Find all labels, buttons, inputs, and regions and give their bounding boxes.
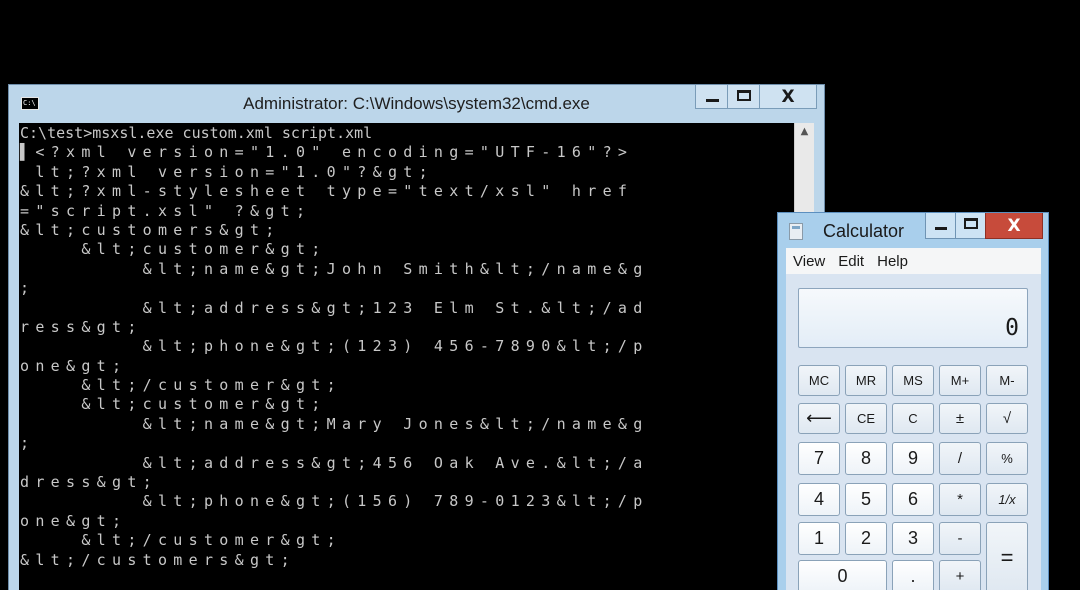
key-7[interactable]: 7 [798, 442, 840, 475]
console-line: dress&gt; [20, 473, 158, 492]
minimize-icon [706, 99, 719, 102]
calculator-menubar: View Edit Help [786, 248, 1041, 274]
menu-help[interactable]: Help [870, 253, 914, 270]
console-line: one&gt; [20, 356, 128, 375]
cmd-window-controls: X [695, 85, 817, 111]
display-value: 0 [1005, 315, 1019, 341]
console-line: &lt;customers&gt; [20, 220, 281, 239]
console-line: &lt;/customers&gt; [20, 550, 296, 569]
key-ms[interactable]: MS [892, 365, 934, 396]
key-plus[interactable]: + [939, 560, 981, 590]
desktop: C:\ Administrator: C:\Windows\system32\c… [0, 0, 1080, 590]
console-line: ="script.xsl" ?&gt; [20, 201, 312, 220]
console-line: &lt;phone&gt;(123) 456-7890&lt;/p [20, 337, 649, 356]
key-backspace[interactable]: ⟵ [798, 403, 840, 434]
calculator-maximize-button[interactable] [955, 213, 986, 239]
console-line: &lt;?xml-stylesheet type="text/xsl" href [20, 182, 634, 201]
console-line: &lt;/customer&gt; [20, 531, 342, 550]
cmd-titlebar[interactable]: C:\ Administrator: C:\Windows\system32\c… [9, 85, 824, 123]
key-5[interactable]: 5 [845, 483, 887, 516]
calculator-close-button[interactable]: X [985, 213, 1043, 239]
minimize-icon [935, 227, 947, 230]
console-line: &lt;customer&gt; [20, 240, 327, 259]
console-line: C:\test>msxsl.exe custom.xml script.xml [20, 124, 373, 142]
key-multiply[interactable]: * [939, 483, 981, 516]
key-decimal[interactable]: . [892, 560, 934, 590]
scroll-up-icon[interactable]: ▲ [795, 123, 814, 141]
cmd-close-button[interactable]: X [759, 85, 817, 109]
console-line: &lt;address&gt;456 Oak Ave.&lt;/a [20, 453, 649, 472]
key-ce[interactable]: CE [845, 403, 887, 434]
console-line: &lt;name&gt;Mary Jones&lt;/name&g [20, 414, 649, 433]
console-line: &lt;name&gt;John Smith&lt;/name&g [20, 259, 649, 278]
menu-view[interactable]: View [786, 253, 831, 270]
key-m-plus[interactable]: M+ [939, 365, 981, 396]
key-3[interactable]: 3 [892, 522, 934, 555]
key-9[interactable]: 9 [892, 442, 934, 475]
key-mr[interactable]: MR [845, 365, 887, 396]
key-6[interactable]: 6 [892, 483, 934, 516]
console-line: &lt;/customer&gt; [20, 376, 342, 395]
key-m-minus[interactable]: M- [986, 365, 1028, 396]
key-plus-minus[interactable]: ± [939, 403, 981, 434]
cmd-minimize-button[interactable] [695, 85, 728, 109]
close-icon: X [781, 87, 795, 107]
calculator-app-icon[interactable] [789, 223, 803, 240]
console-line: one&gt; [20, 511, 128, 530]
calculator-title: Calculator [823, 221, 905, 241]
calculator-minimize-button[interactable] [925, 213, 956, 239]
key-4[interactable]: 4 [798, 483, 840, 516]
menu-edit[interactable]: Edit [831, 253, 870, 270]
console-line: ; [20, 434, 36, 453]
calculator-titlebar[interactable]: Calculator X [778, 213, 1048, 247]
calculator-body: View Edit Help 0 MC MR MS M+ M- ⟵ CE C ±… [786, 248, 1041, 590]
key-0[interactable]: 0 [798, 560, 887, 590]
key-2[interactable]: 2 [845, 522, 887, 555]
maximize-icon [964, 218, 978, 229]
cmd-window: C:\ Administrator: C:\Windows\system32\c… [8, 84, 825, 590]
maximize-icon [737, 90, 751, 101]
cmd-maximize-button[interactable] [727, 85, 760, 109]
key-8[interactable]: 8 [845, 442, 887, 475]
key-minus[interactable]: - [939, 522, 981, 555]
console-line: ▌<?xml version="1.0" encoding="UTF-16"?> [20, 143, 634, 162]
console-line: lt;?xml version="1.0"?&gt; [20, 162, 434, 181]
calculator-window: Calculator X View Edit Help 0 MC MR MS M… [777, 212, 1049, 590]
console-line: &lt;address&gt;123 Elm St.&lt;/ad [20, 298, 649, 317]
key-c[interactable]: C [892, 403, 934, 434]
key-square-root[interactable]: √ [986, 403, 1028, 434]
cmd-console-output[interactable]: C:\test>msxsl.exe custom.xml script.xml ▌… [19, 123, 794, 590]
key-equals[interactable]: = [986, 522, 1028, 590]
key-reciprocal[interactable]: 1/x [986, 483, 1028, 516]
key-divide[interactable]: / [939, 442, 981, 475]
console-line: &lt;customer&gt; [20, 395, 327, 414]
console-text: C:\test>msxsl.exe custom.xml script.xml ▌… [19, 123, 794, 570]
key-1[interactable]: 1 [798, 522, 840, 555]
calculator-window-controls: X [925, 213, 1043, 239]
key-mc[interactable]: MC [798, 365, 840, 396]
console-line: ; [20, 279, 36, 298]
key-percent[interactable]: % [986, 442, 1028, 475]
calculator-display: 0 [798, 288, 1028, 348]
console-line: &lt;phone&gt;(156) 789-0123&lt;/p [20, 492, 649, 511]
close-icon: X [1007, 216, 1021, 236]
console-line: ress&gt; [20, 317, 143, 336]
